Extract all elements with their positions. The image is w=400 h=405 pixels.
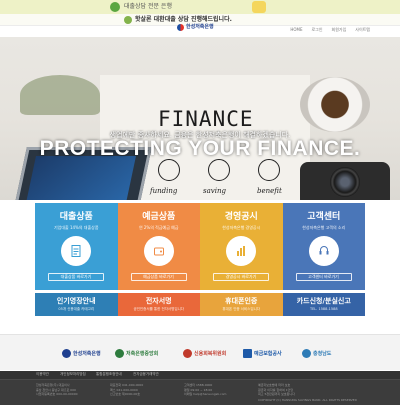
partner-hansung[interactable]: 한성저축은행 (62, 347, 101, 359)
ccrs-logo-icon (183, 348, 192, 358)
tile-desc: 공인인증서를 통한 전자서명입니다 (133, 307, 185, 311)
footer-copyright: COPYRIGHT (C) HANSUNG SAVINGS BANK. ALL … (258, 398, 357, 402)
card-loan[interactable]: 대출상품 기업대출 14%의 대출상품 대출상품 바로가기 (35, 203, 118, 290)
headset-icon (319, 246, 328, 255)
kdic-logo-icon (243, 348, 252, 358)
service-cards: 대출상품 기업대출 14%의 대출상품 대출상품 바로가기 예금상품 연 2%의… (35, 203, 365, 290)
tile-desc: 휴대폰 인증 서비스입니다 (222, 307, 261, 311)
footer-terms-link[interactable]: 이용약관 (36, 372, 49, 377)
top-banner-text: 대출상담 전문 은행 (124, 3, 172, 10)
card-desc: 연 2%의 적금예금 예금 (138, 225, 179, 230)
footer-line: 이메일 help@hansungsb.com (184, 392, 227, 396)
footer-column: 고객센터 1588-0000 평일 09:00 ~ 18:00 이메일 help… (184, 383, 226, 397)
tile-desc: 05개 신용대출 카테고리 (58, 307, 95, 311)
tile-e-signature[interactable]: 전자서명 공인인증서를 통한 전자서명입니다 (117, 293, 200, 316)
footer-column: 대표전화 041-000-0000 팩스 041-000-0000 신고번호 제… (110, 383, 143, 397)
card-desc: 한성저축은행 경영공시 (222, 225, 261, 230)
partner-chungnam[interactable]: 충청남도 (302, 347, 331, 359)
card-desc: 한성저축은행 고객의 소리 (302, 225, 346, 230)
loan-shortcut-button[interactable]: 대출상품 바로가기 (48, 273, 104, 281)
footer-line: 예금자보호법에 따라 보호 (258, 383, 291, 387)
fsb-logo-icon (115, 348, 124, 358)
leaf-icon (110, 2, 120, 12)
footer-privacy-link[interactable]: 개인정보처리방침 (60, 372, 86, 377)
top-banner[interactable]: 대출상담 전문 은행 (0, 0, 400, 14)
tile-phone-auth[interactable]: 휴대폰인증 휴대폰 인증 서비스입니다 (200, 293, 283, 316)
badge-icon (252, 1, 266, 13)
doodle-label-funding: funding (150, 187, 178, 195)
wallet-icon (153, 247, 164, 256)
bank-logo-icon[interactable] (177, 24, 184, 31)
footer-line: 최고 5천만원까지 보호됩니다 (258, 392, 295, 396)
document-icon (71, 245, 81, 257)
card-deposit[interactable]: 예금상품 연 2%의 적금예금 예금 예금상품 바로가기 (117, 203, 200, 290)
footer-column: 예금자보호법에 따라 보호 원금과 이자를 합하여 1인당 최고 5천만원까지 … (258, 383, 295, 397)
camera-lens-icon (330, 167, 360, 197)
board-finance-text: FINANCE (158, 107, 254, 131)
partner-name: 한성저축은행 (73, 350, 101, 357)
footer-efinance-link[interactable]: 전자금융거래약관 (133, 372, 159, 377)
tile-title: 인기영장안내 (56, 297, 96, 305)
chart-icon (237, 246, 245, 256)
tile-title: 전자서명 (145, 297, 172, 305)
partner-name: 충청남도 (313, 350, 332, 357)
partner-logos: 한성저축은행 저축은행중앙회 신용회복위원회 예금보험공사 충청남도 (0, 334, 400, 370)
partner-name: 저축은행중앙회 (126, 350, 159, 357)
footer: 이용약관 개인정보처리방침 통합분쟁조정안내 전자금융거래약관 한성저축은행(주… (0, 371, 400, 405)
smiley-doodle-icon (208, 159, 230, 181)
card-title: 대출상품 (59, 212, 93, 222)
card-title: 예금상품 (142, 212, 176, 222)
deposit-shortcut-button[interactable]: 예금상품 바로가기 (130, 273, 187, 281)
tile-title: 카드신청/분실신고 (296, 297, 351, 305)
disclosure-shortcut-button[interactable]: 경영공시 바로가기 (213, 273, 269, 281)
card-title: 경영공시 (224, 212, 258, 222)
card-desc: 기업대출 14%의 대출상품 (53, 225, 99, 230)
logo-bar: 한성저축은행 (0, 23, 400, 33)
footer-column: 한성저축은행(주) 대표이사 충남 천안시 동남구 대흥로 000 사업자등록번… (36, 383, 78, 397)
quick-tiles: 인기영장안내 05개 신용대출 카테고리 전자서명 공인인증서를 통한 전자서명… (35, 293, 365, 316)
hero-banner: FINANCE funding saving benefit 생업에만 종사하세… (0, 37, 400, 200)
plant-image (20, 75, 100, 115)
hansung-logo-icon (62, 348, 71, 358)
card-support[interactable]: 고객센터 한성저축은행 고객의 소리 고객센터 바로가기 (282, 203, 365, 290)
footer-line: 신고번호 제0000-00호 (110, 392, 141, 396)
bank-logo-text[interactable]: 한성저축은행 (186, 23, 214, 32)
footer-line: 대표전화 041-000-0000 (110, 383, 144, 387)
coffee-cup-image (300, 77, 370, 132)
footer-line: 사업자등록번호 000-00-00000 (36, 392, 78, 396)
doodle-label-benefit: benefit (257, 187, 282, 195)
partner-fsb[interactable]: 저축은행중앙회 (115, 347, 158, 359)
tile-card-report[interactable]: 카드신청/분실신고 TEL. 1588-1588 (282, 293, 365, 316)
page-root: 대출상담 전문 은행 핫살론 대환대출 상담 진행해드립니다. HOME 로그인… (0, 0, 400, 405)
tile-title: 휴대폰인증 (225, 297, 258, 305)
partner-name: 신용회복위원회 (194, 350, 227, 357)
chungnam-logo-icon (302, 348, 311, 358)
hero-headline: PROTECTING YOUR FINANCE. (39, 137, 361, 160)
partner-ccrs[interactable]: 신용회복위원회 (183, 347, 226, 359)
card-title: 고객센터 (307, 212, 341, 222)
footer-dispute-link[interactable]: 통합분쟁조정안내 (96, 372, 122, 377)
tile-popular[interactable]: 인기영장안내 05개 신용대출 카테고리 (35, 293, 118, 316)
partner-name: 예금보험공사 (254, 350, 282, 357)
doodle-label-saving: saving (203, 187, 226, 195)
footer-nav: 이용약관 개인정보처리방침 통합분쟁조정안내 전자금융거래약관 (0, 371, 400, 380)
card-disclosure[interactable]: 경영공시 한성저축은행 경영공시 경영공시 바로가기 (200, 203, 283, 290)
partner-kdic[interactable]: 예금보험공사 (243, 347, 282, 359)
tile-desc: TEL. 1588-1588 (309, 307, 338, 311)
top-banner-inner: 대출상담 전문 은행 (110, 0, 270, 14)
laptop-screen (25, 156, 136, 200)
smiley-doodle-icon (258, 159, 280, 181)
support-shortcut-button[interactable]: 고객센터 바로가기 (295, 273, 352, 281)
smiley-doodle-icon (158, 159, 180, 181)
